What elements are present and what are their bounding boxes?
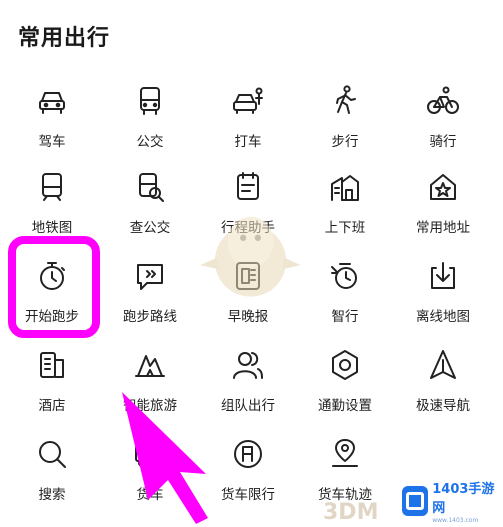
travel-item-label: 步行 [331, 134, 359, 150]
travel-item-label: 公交 [136, 134, 164, 150]
running-route-icon [133, 259, 167, 293]
home-star-icon [426, 170, 460, 204]
travel-item-7[interactable]: 查公交 [100, 170, 200, 250]
smart-tour-icon [133, 348, 167, 382]
travel-item-20[interactable]: 极速导航 [393, 348, 493, 428]
walking-icon [328, 84, 362, 118]
travel-item-4[interactable]: 步行 [295, 84, 395, 164]
team-icon [231, 348, 265, 382]
travel-item-label: 驾车 [38, 134, 66, 150]
travel-item-10[interactable]: 常用地址 [393, 170, 493, 250]
travel-item-label: 酒店 [38, 398, 66, 414]
pointer-arrow [122, 392, 208, 524]
travel-item-label: 上下班 [324, 220, 366, 236]
search-icon [35, 437, 69, 471]
mascot-watermark [200, 216, 301, 297]
bus-search-icon [133, 170, 167, 204]
travel-item-16[interactable]: 酒店 [2, 348, 102, 428]
travel-item-label: 地铁图 [31, 220, 73, 236]
smart-travel-icon [328, 259, 362, 293]
navigation-icon [426, 348, 460, 382]
site-watermark: 1403手游网 www.1403.com [402, 478, 498, 524]
taxi-icon [231, 84, 265, 118]
settings-icon [328, 348, 362, 382]
travel-item-1[interactable]: 驾车 [2, 84, 102, 164]
travel-item-3[interactable]: 打车 [198, 84, 298, 164]
travel-item-label: 骑行 [429, 134, 457, 150]
travel-item-label: 早晚报 [227, 309, 269, 325]
highlight-box [8, 236, 100, 338]
trip-assistant-icon [231, 170, 265, 204]
subway-icon [35, 170, 69, 204]
travel-item-label: 极速导航 [416, 398, 470, 414]
watermark-3dm: 3DM [323, 500, 379, 525]
travel-item-label: 查公交 [129, 220, 171, 236]
truck-restriction-icon [231, 437, 265, 471]
travel-item-14[interactable]: 智行 [295, 259, 395, 339]
travel-item-15[interactable]: 离线地图 [393, 259, 493, 339]
travel-item-label: 通勤设置 [318, 398, 372, 414]
commute-icon [328, 170, 362, 204]
travel-item-12[interactable]: 跑步路线 [100, 259, 200, 339]
travel-item-21[interactable]: 搜索 [2, 437, 102, 517]
travel-item-19[interactable]: 通勤设置 [295, 348, 395, 428]
bus-icon [133, 84, 167, 118]
travel-item-label: 跑步路线 [123, 309, 177, 325]
travel-item-label: 常用地址 [416, 220, 470, 236]
cycling-icon [426, 84, 460, 118]
travel-item-label: 货车限行 [221, 487, 275, 503]
truck-track-icon [328, 437, 362, 471]
travel-item-label: 智行 [331, 309, 359, 325]
travel-item-label: 离线地图 [416, 309, 470, 325]
travel-item-label: 组队出行 [221, 398, 275, 414]
site-name: 1403手游网 [432, 481, 495, 516]
site-logo-icon [402, 485, 429, 516]
car-icon [35, 84, 69, 118]
travel-item-label: 搜索 [38, 487, 66, 503]
travel-item-5[interactable]: 骑行 [393, 84, 493, 164]
travel-item-9[interactable]: 上下班 [295, 170, 395, 250]
site-url: www.1403.com [432, 516, 479, 524]
hotel-icon [35, 348, 69, 382]
travel-item-label: 打车 [234, 134, 262, 150]
travel-item-2[interactable]: 公交 [100, 84, 200, 164]
offline-map-icon [426, 259, 460, 293]
